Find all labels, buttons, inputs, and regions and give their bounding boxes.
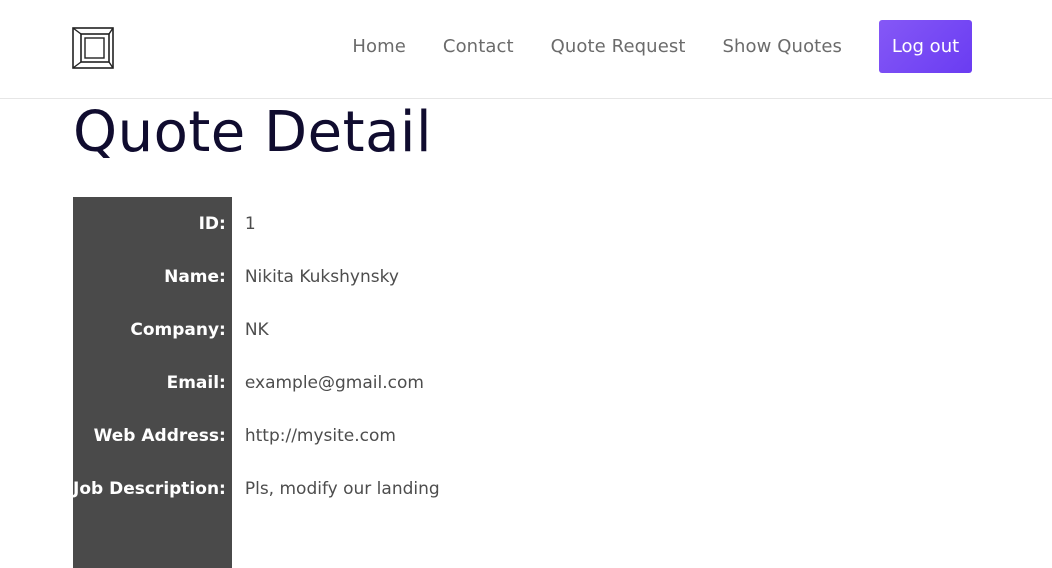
nested-squares-logo-icon[interactable] xyxy=(72,27,116,71)
detail-row-web-address: Web Address: http://mysite.com xyxy=(73,409,440,462)
detail-value: Pls, modify our landing xyxy=(244,478,440,499)
quote-detail-table: ID: 1 Name: Nikita Kukshynsky Company: N… xyxy=(73,197,440,568)
nav-link-contact[interactable]: Contact xyxy=(443,36,514,57)
detail-row-job-description: Job Description: Pls, modify our landing xyxy=(73,462,440,515)
detail-label: Name: xyxy=(73,250,232,303)
nav-link-home[interactable]: Home xyxy=(352,36,406,57)
detail-row-id: ID: 1 xyxy=(73,197,440,250)
detail-row-email: Email: example@gmail.com xyxy=(73,356,440,409)
logout-button[interactable]: Log out xyxy=(879,20,972,73)
nav-link-quote-request[interactable]: Quote Request xyxy=(551,36,686,57)
detail-label: Company: xyxy=(73,303,232,356)
detail-row-company: Company: NK xyxy=(73,303,440,356)
detail-row-name: Name: Nikita Kukshynsky xyxy=(73,250,440,303)
detail-value: http://mysite.com xyxy=(244,425,396,446)
detail-value: Nikita Kukshynsky xyxy=(244,266,399,287)
detail-value: example@gmail.com xyxy=(244,372,424,393)
detail-value: NK xyxy=(244,319,269,340)
main-nav: Home Contact Quote Request Show Quotes L… xyxy=(352,20,972,73)
detail-label: ID: xyxy=(73,197,232,250)
detail-label: Job Description: xyxy=(73,462,232,515)
detail-label: Email: xyxy=(73,356,232,409)
top-navbar: Home Contact Quote Request Show Quotes L… xyxy=(0,0,1052,99)
detail-label-empty xyxy=(73,515,232,568)
detail-value: 1 xyxy=(244,213,256,234)
detail-row-partial xyxy=(73,515,440,568)
nav-link-show-quotes[interactable]: Show Quotes xyxy=(723,36,843,57)
detail-value-empty xyxy=(232,515,440,568)
detail-label: Web Address: xyxy=(73,409,232,462)
page-title: Quote Detail xyxy=(73,100,433,165)
